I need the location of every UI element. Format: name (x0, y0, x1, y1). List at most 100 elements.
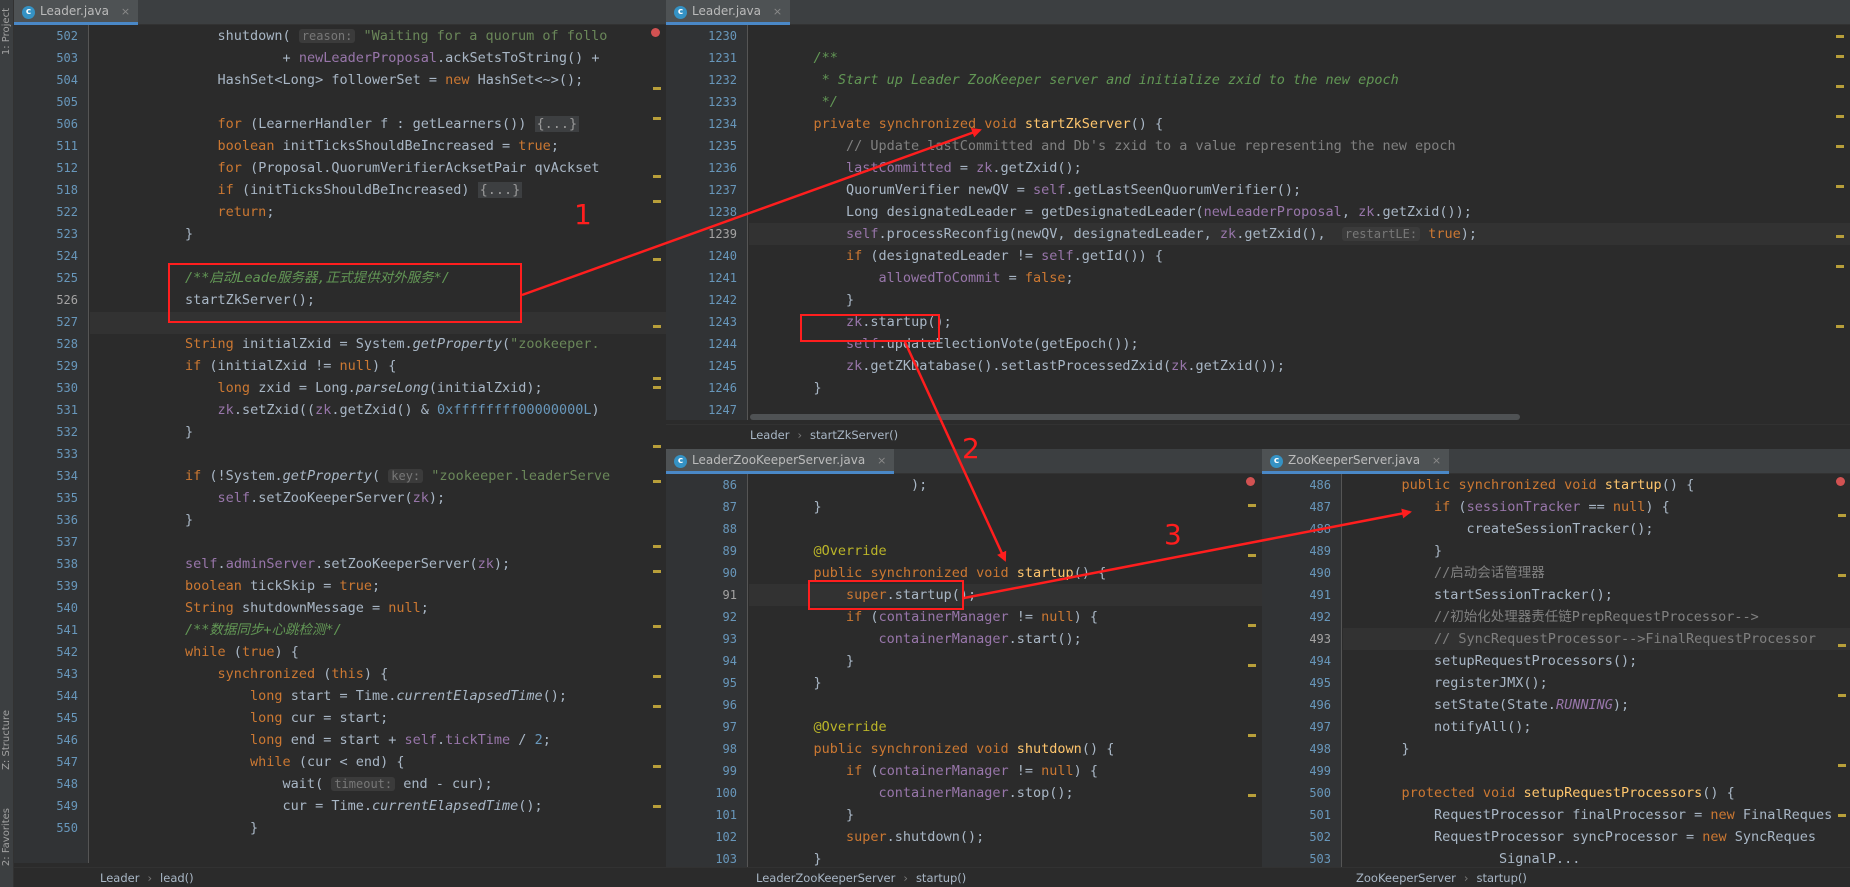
code-line[interactable]: shutdown( reason: "Waiting for a quorum … (120, 25, 608, 47)
code-line[interactable]: long start = Time.currentElapsedTime(); (120, 685, 567, 707)
code-line[interactable]: } (1369, 540, 1442, 562)
code-line[interactable]: @Override (781, 716, 887, 738)
code-line[interactable]: synchronized (this) { (120, 663, 389, 685)
code-line[interactable]: } (781, 672, 822, 694)
code-line[interactable]: if (initTicksShouldBeIncreased) {...} (120, 179, 523, 201)
code-line[interactable]: String shutdownMessage = null; (120, 597, 429, 619)
breadcrumb-class[interactable]: Leader (100, 871, 139, 885)
code-line[interactable]: @Override (781, 540, 887, 562)
code-line[interactable]: lastCommitted = zk.getZxid(); (781, 157, 1082, 179)
code-line[interactable]: super.shutdown(); (781, 826, 984, 848)
code-line[interactable]: boolean tickSkip = true; (120, 575, 380, 597)
code-line[interactable]: RequestProcessor finalProcessor = new Fi… (1369, 804, 1832, 826)
code-line[interactable]: return; (120, 201, 275, 223)
code-line[interactable]: ); (781, 474, 927, 496)
code-line[interactable]: if (!System.getProperty( key: "zookeeper… (120, 465, 610, 487)
code-line[interactable]: if (sessionTracker == null) { (1369, 496, 1670, 518)
code-line[interactable]: long zxid = Long.parseLong(initialZxid); (120, 377, 543, 399)
line-number-text: 1231 (708, 51, 737, 65)
code-line[interactable]: for (LearnerHandler f : getLearners()) {… (120, 113, 580, 135)
code-line[interactable]: + newLeaderProposal.ackSetsToString() + (120, 47, 600, 69)
code-line[interactable]: self.setZooKeeperServer(zk); (120, 487, 446, 509)
code-line[interactable]: self.adminServer.setZooKeeperServer(zk); (120, 553, 510, 575)
code-line[interactable]: notifyAll(); (1369, 716, 1532, 738)
code-line[interactable]: if (designatedLeader != self.getId()) { (781, 245, 1163, 267)
code-line[interactable]: // Update lastCommitted and Db's zxid to… (781, 135, 1456, 157)
code-line[interactable]: protected void setupRequestProcessors() … (1369, 782, 1735, 804)
code-area[interactable]: public synchronized void startup() { if … (1343, 474, 1850, 867)
code-line[interactable]: public synchronized void startup() { (1369, 474, 1695, 496)
code-line[interactable]: SignalP... (1369, 848, 1580, 867)
tab-leader-zookeeper-server-java[interactable]: c LeaderZooKeeperServer.java × (666, 449, 895, 474)
code-line[interactable]: long cur = start; (120, 707, 388, 729)
code-line[interactable]: while (cur < end) { (120, 751, 404, 773)
code-line[interactable]: String initialZxid = System.getProperty(… (120, 333, 600, 355)
favorites-tool-button[interactable]: 2: Favorites (1, 808, 12, 866)
close-icon[interactable]: × (877, 454, 886, 467)
project-tool-button[interactable]: 1: Project (1, 8, 12, 55)
code-line[interactable]: boolean initTicksShouldBeIncreased = tru… (120, 135, 559, 157)
code-line[interactable]: registerJMX(); (1369, 672, 1548, 694)
code-line[interactable]: QuorumVerifier newQV = self.getLastSeenQ… (781, 179, 1301, 201)
code-line[interactable]: } (1369, 738, 1410, 760)
code-line[interactable]: */ (781, 91, 838, 113)
code-line[interactable]: public synchronized void shutdown() { (781, 738, 1115, 760)
code-line[interactable]: } (120, 223, 193, 245)
code-line[interactable]: cur = Time.currentElapsedTime(); (120, 795, 543, 817)
code-line[interactable]: containerManager.start(); (781, 628, 1082, 650)
code-line[interactable]: wait( timeout: end - cur); (120, 773, 493, 795)
code-line[interactable]: } (781, 804, 854, 826)
code-line[interactable]: HashSet<Long> followerSet = new HashSet<… (120, 69, 584, 91)
code-line[interactable]: self.processReconfig(newQV, designatedLe… (781, 223, 1477, 245)
breadcrumb-class[interactable]: LeaderZooKeeperServer (756, 871, 895, 885)
breadcrumb-class[interactable]: Leader (750, 428, 789, 442)
breadcrumb-method[interactable]: startup() (1477, 871, 1527, 885)
code-line[interactable]: * Start up Leader ZooKeeper server and i… (781, 69, 1399, 91)
code-line[interactable]: if (initialZxid != null) { (120, 355, 396, 377)
code-line[interactable]: } (781, 650, 854, 672)
code-line[interactable]: /**数据同步+心跳检测*/ (120, 619, 342, 641)
code-line[interactable]: startSessionTracker(); (1369, 584, 1613, 606)
close-icon[interactable]: × (1432, 454, 1441, 467)
code-line[interactable]: long end = start + self.tickTime / 2; (120, 729, 551, 751)
code-line[interactable]: while (true) { (120, 641, 299, 663)
code-line[interactable]: zk.getZKDatabase().setlastProcessedZxid(… (781, 355, 1285, 377)
breadcrumb-method[interactable]: lead() (160, 871, 194, 885)
tab-leader-java[interactable]: c Leader.java × (14, 0, 139, 25)
code-line[interactable]: if (containerManager != null) { (781, 760, 1098, 782)
code-line[interactable]: // SyncRequestProcessor-->FinalRequestPr… (1369, 628, 1816, 650)
close-icon[interactable]: × (773, 5, 782, 18)
code-line[interactable]: } (781, 289, 854, 311)
code-line[interactable]: Long designatedLeader = getDesignatedLea… (781, 201, 1472, 223)
tab-leader-java[interactable]: c Leader.java × (666, 0, 791, 25)
error-indicator-icon (651, 28, 660, 37)
code-line[interactable]: } (781, 848, 822, 867)
breadcrumb-class[interactable]: ZooKeeperServer (1356, 871, 1456, 885)
horizontal-scrollbar[interactable] (750, 414, 1520, 420)
code-line[interactable]: containerManager.stop(); (781, 782, 1074, 804)
code-area[interactable]: /** * Start up Leader ZooKeeper server a… (749, 25, 1850, 420)
code-line[interactable]: //启动会话管理器 (1369, 562, 1545, 584)
code-line[interactable]: RequestProcessor syncProcessor = new Syn… (1369, 826, 1816, 848)
code-line[interactable]: createSessionTracker(); (1369, 518, 1654, 540)
code-line[interactable]: //初始化处理器责任链PrepRequestProcessor--> (1369, 606, 1759, 628)
code-line[interactable]: } (781, 377, 822, 399)
code-line[interactable]: /** (781, 47, 838, 69)
code-area[interactable]: shutdown( reason: "Waiting for a quorum … (90, 25, 666, 863)
code-line[interactable]: } (120, 509, 193, 531)
code-line[interactable]: allowedToCommit = false; (781, 267, 1074, 289)
code-line[interactable]: for (Proposal.QuorumVerifierAcksetPair q… (120, 157, 600, 179)
breadcrumb-method[interactable]: startup() (916, 871, 966, 885)
code-line[interactable]: } (781, 496, 822, 518)
code-line[interactable]: setupRequestProcessors(); (1369, 650, 1637, 672)
close-icon[interactable]: × (121, 5, 130, 18)
tab-zookeeper-server-java[interactable]: c ZooKeeperServer.java × (1262, 449, 1450, 474)
code-line[interactable]: zk.setZxid((zk.getZxid() & 0xffffffff000… (120, 399, 600, 421)
code-line[interactable]: setState(State.RUNNING); (1369, 694, 1629, 716)
breadcrumb-method[interactable]: startZkServer() (810, 428, 898, 442)
code-line[interactable]: } (120, 817, 258, 839)
code-line[interactable]: private synchronized void startZkServer(… (781, 113, 1164, 135)
code-area[interactable]: ); } @Override public synchronized void … (749, 474, 1262, 867)
code-line[interactable]: } (120, 421, 193, 443)
structure-tool-button[interactable]: Z: Structure (1, 710, 12, 770)
